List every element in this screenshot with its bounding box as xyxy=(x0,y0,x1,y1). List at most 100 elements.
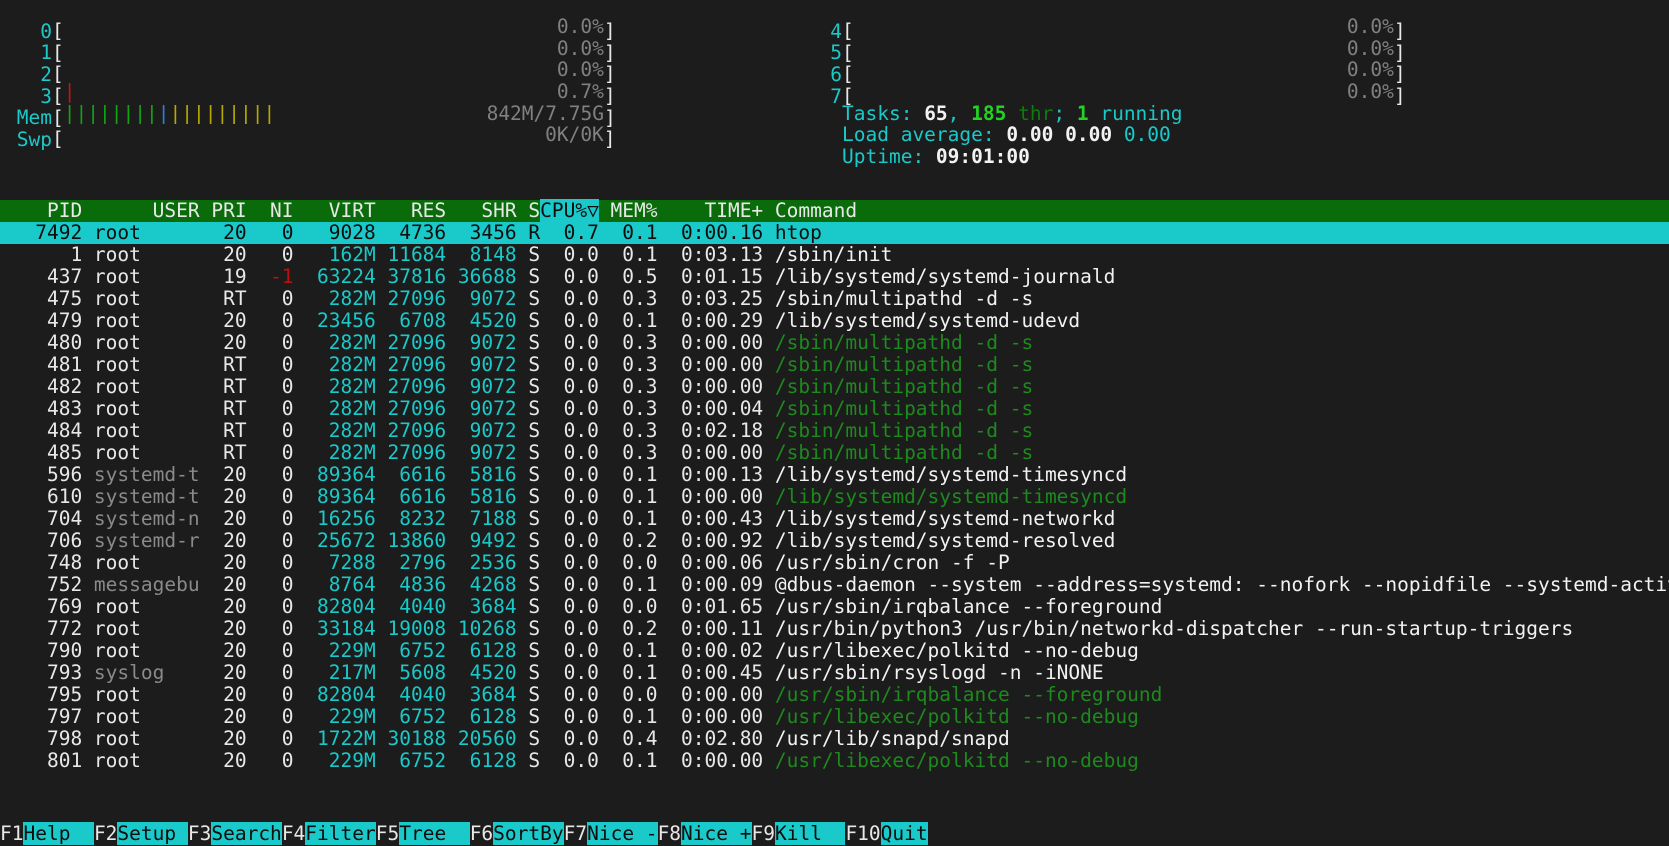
cell-res: 4836 xyxy=(375,573,447,596)
cell-mem: 0.3 xyxy=(598,419,658,442)
cell-user: root xyxy=(82,727,200,750)
function-key-f1[interactable]: F1 xyxy=(0,822,24,845)
cell-pid: 610 xyxy=(0,485,83,508)
cell-pid: 596 xyxy=(0,463,83,486)
table-row[interactable]: 769 root 20 0 82804 4040 3684 S 0.0 0.0 … xyxy=(0,596,1669,618)
cell-ni: 0 xyxy=(246,551,294,574)
column-header-virt[interactable]: VIRT xyxy=(294,199,376,222)
column-header-s[interactable]: S xyxy=(517,199,540,222)
table-row[interactable]: 485 root RT 0 282M 27096 9072 S 0.0 0.3 … xyxy=(0,442,1669,464)
cpu-meter-6: 6[ 0.0%] xyxy=(790,59,1669,85)
cell-mem: 0.1 xyxy=(598,749,658,772)
cell-state: S xyxy=(516,727,541,750)
cell-command: /sbin/multipathd -d -s xyxy=(763,353,1034,376)
cell-virt: 162M xyxy=(293,243,376,266)
cell-shr: 2536 xyxy=(446,551,517,574)
cell-ni: 0 xyxy=(246,617,294,640)
function-label-f1[interactable]: Help xyxy=(23,822,94,845)
function-key-bar[interactable]: F1Help F2Setup F3SearchF4FilterF5Tree F6… xyxy=(0,822,1669,846)
function-label-f4[interactable]: Filter xyxy=(305,822,376,845)
table-row[interactable]: 795 root 20 0 82804 4040 3684 S 0.0 0.0 … xyxy=(0,684,1669,706)
process-table-header[interactable]: PID USER PRI NI VIRT RES SHR SCPU%▽ MEM%… xyxy=(0,199,1669,222)
cell-ni: 0 xyxy=(246,309,294,332)
table-row[interactable]: 704 systemd-n 20 0 16256 8232 7188 S 0.0… xyxy=(0,508,1669,530)
cell-shr: 9072 xyxy=(446,375,517,398)
table-row[interactable]: 482 root RT 0 282M 27096 9072 S 0.0 0.3 … xyxy=(0,376,1669,398)
table-row[interactable]: 752 messagebu 20 0 8764 4836 4268 S 0.0 … xyxy=(0,574,1669,596)
table-row[interactable]: 479 root 20 0 23456 6708 4520 S 0.0 0.1 … xyxy=(0,310,1669,332)
table-row[interactable]: 483 root RT 0 282M 27096 9072 S 0.0 0.3 … xyxy=(0,398,1669,420)
column-header-pid[interactable]: PID xyxy=(0,199,82,222)
cell-shr: 6128 xyxy=(446,639,517,662)
table-row[interactable]: 484 root RT 0 282M 27096 9072 S 0.0 0.3 … xyxy=(0,420,1669,442)
column-header-user[interactable]: USER xyxy=(82,199,200,222)
function-key-f6[interactable]: F6 xyxy=(469,822,494,845)
column-header-command[interactable]: Command xyxy=(763,199,857,222)
cell-cpu: 0.0 xyxy=(540,617,599,640)
cell-virt: 89364 xyxy=(293,485,376,508)
column-header-shr[interactable]: SHR xyxy=(446,199,516,222)
cell-command: /lib/systemd/systemd-timesyncd xyxy=(763,485,1128,508)
cell-state: S xyxy=(516,463,541,486)
function-label-f8[interactable]: Nice + xyxy=(681,822,752,845)
function-key-f3[interactable]: F3 xyxy=(187,822,212,845)
table-row[interactable]: 596 systemd-t 20 0 89364 6616 5816 S 0.0… xyxy=(0,464,1669,486)
cell-res: 6708 xyxy=(375,309,447,332)
table-row[interactable]: 748 root 20 0 7288 2796 2536 S 0.0 0.0 0… xyxy=(0,552,1669,574)
function-label-f10[interactable]: Quit xyxy=(880,822,928,845)
table-row[interactable]: 772 root 20 0 33184 19008 10268 S 0.0 0.… xyxy=(0,618,1669,640)
table-row[interactable]: 798 root 20 0 1722M 30188 20560 S 0.0 0.… xyxy=(0,728,1669,750)
table-row[interactable]: 437 root 19 -1 63224 37816 36688 S 0.0 0… xyxy=(0,266,1669,288)
table-row[interactable]: 706 systemd-r 20 0 25672 13860 9492 S 0.… xyxy=(0,530,1669,552)
table-row[interactable]: 790 root 20 0 229M 6752 6128 S 0.0 0.1 0… xyxy=(0,640,1669,662)
column-header-cpu[interactable]: CPU%▽ xyxy=(540,199,599,222)
column-header-time[interactable]: TIME+ xyxy=(658,199,763,222)
meter-bracket-open: [ xyxy=(52,128,64,152)
tasks-count: 65 xyxy=(924,101,948,125)
cell-pid: 1 xyxy=(0,243,83,266)
function-label-f5[interactable]: Tree xyxy=(399,822,470,845)
function-key-f2[interactable]: F2 xyxy=(93,822,118,845)
table-row[interactable]: 481 root RT 0 282M 27096 9072 S 0.0 0.3 … xyxy=(0,354,1669,376)
function-label-f7[interactable]: Nice - xyxy=(587,822,658,845)
function-key-f8[interactable]: F8 xyxy=(657,822,682,845)
cell-command: /usr/sbin/irqbalance --foreground xyxy=(763,595,1163,618)
function-key-f7[interactable]: F7 xyxy=(563,822,588,845)
table-row[interactable]: 793 syslog 20 0 217M 5608 4520 S 0.0 0.1… xyxy=(0,662,1669,684)
column-header-res[interactable]: RES xyxy=(376,199,446,222)
table-row[interactable]: 7492 root 20 0 9028 4736 3456 R 0.7 0.1 … xyxy=(0,222,1669,244)
table-row[interactable]: 480 root 20 0 282M 27096 9072 S 0.0 0.3 … xyxy=(0,332,1669,354)
table-row[interactable]: 801 root 20 0 229M 6752 6128 S 0.0 0.1 0… xyxy=(0,750,1669,772)
cpu-meter-3: 3[| 0.7%] xyxy=(0,81,790,107)
function-label-f3[interactable]: Search xyxy=(211,822,282,845)
cell-ni: 0 xyxy=(246,639,294,662)
function-label-f6[interactable]: SortBy xyxy=(493,822,564,845)
column-header-pri[interactable]: PRI xyxy=(200,199,246,222)
cell-command: /lib/systemd/systemd-udevd xyxy=(763,309,1081,332)
function-label-f2[interactable]: Setup xyxy=(117,822,188,845)
table-row[interactable]: 797 root 20 0 229M 6752 6128 S 0.0 0.1 0… xyxy=(0,706,1669,728)
cell-ni: 0 xyxy=(246,331,294,354)
table-row[interactable]: 610 systemd-t 20 0 89364 6616 5816 S 0.0… xyxy=(0,486,1669,508)
cell-user: root xyxy=(82,639,200,662)
meter-label: 7 xyxy=(830,84,842,108)
function-label-f9[interactable]: Kill xyxy=(774,822,846,845)
column-header-mem[interactable]: MEM% xyxy=(599,199,658,222)
cell-mem: 0.2 xyxy=(598,529,658,552)
function-key-f5[interactable]: F5 xyxy=(375,822,400,845)
cell-virt: 7288 xyxy=(293,551,376,574)
cell-cpu: 0.0 xyxy=(540,397,599,420)
cell-cpu: 0.7 xyxy=(540,221,599,244)
function-key-f4[interactable]: F4 xyxy=(281,822,306,845)
cell-ni: 0 xyxy=(246,243,294,266)
cell-virt: 282M xyxy=(293,441,376,464)
function-key-f10[interactable]: F10 xyxy=(845,822,881,845)
cell-virt: 229M xyxy=(293,639,376,662)
function-key-f9[interactable]: F9 xyxy=(751,822,775,845)
column-header-ni[interactable]: NI xyxy=(247,199,294,222)
table-row[interactable]: 1 root 20 0 162M 11684 8148 S 0.0 0.1 0:… xyxy=(0,244,1669,266)
table-row[interactable]: 475 root RT 0 282M 27096 9072 S 0.0 0.3 … xyxy=(0,288,1669,310)
cell-state: S xyxy=(516,661,541,684)
cell-pid: 793 xyxy=(0,661,83,684)
cell-virt: 282M xyxy=(293,375,376,398)
